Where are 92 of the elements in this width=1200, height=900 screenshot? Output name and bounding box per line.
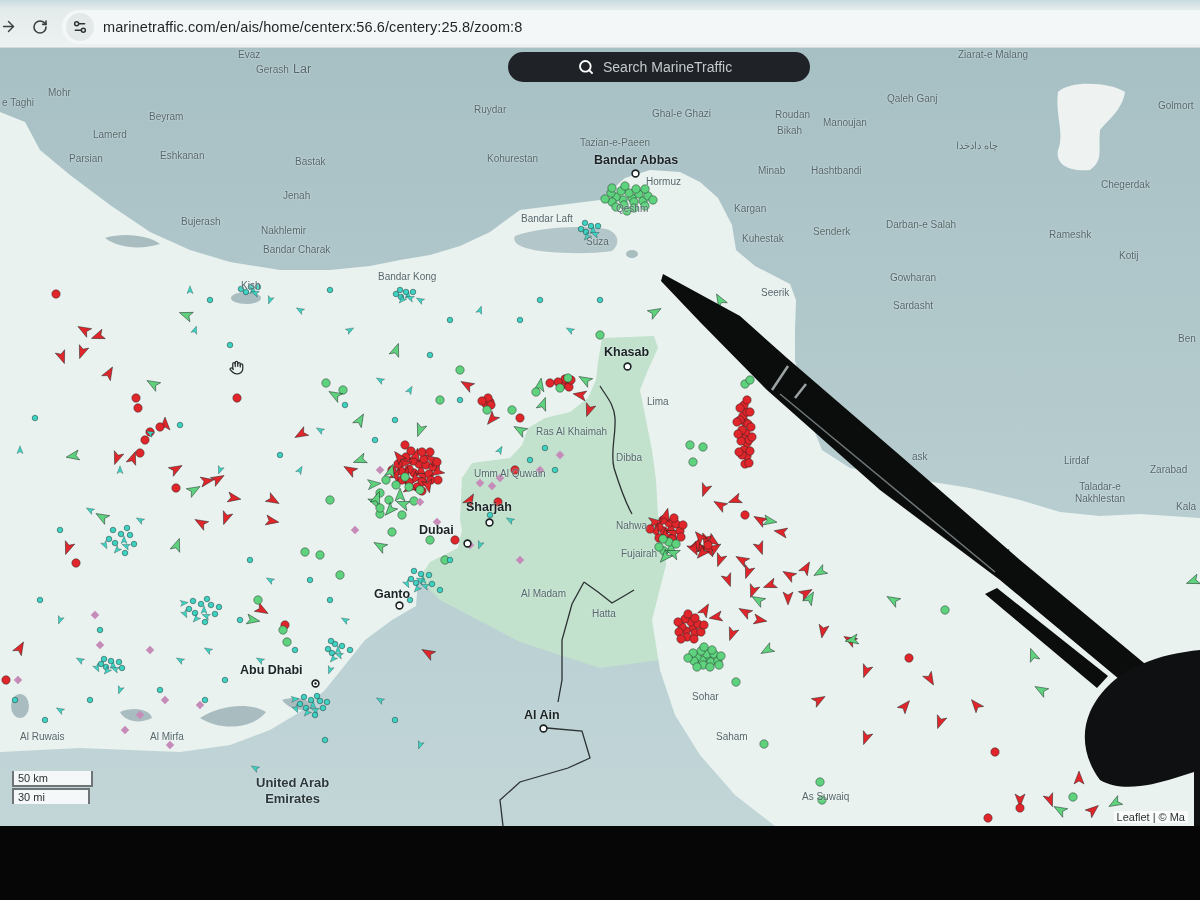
- place-label: Taladar-e Nakhlestan: [1075, 481, 1126, 505]
- arrow-right-icon: [0, 18, 17, 35]
- city-dot-icon: [622, 361, 632, 371]
- place-label: Zarabad: [1150, 464, 1188, 476]
- place-label: Al Ain: [524, 708, 560, 723]
- place-label: Al Ruwais: [20, 731, 65, 743]
- place-label: Bandar Laft: [521, 213, 573, 225]
- place-label: Kargan: [734, 203, 767, 215]
- place-label: Seerik: [761, 287, 790, 299]
- forward-button[interactable]: [0, 18, 17, 35]
- place-label: Hormuz: [646, 176, 681, 188]
- place-label: چاه دادخدا: [956, 140, 998, 152]
- city-dot-icon: [484, 517, 494, 527]
- place-label: Abu Dhabi: [240, 663, 303, 678]
- city-dot-icon: [538, 723, 548, 733]
- place-label: Dibba: [616, 452, 643, 464]
- place-label: Ben: [1178, 333, 1196, 345]
- place-label: Bandar Charak: [263, 244, 331, 256]
- place-label: Bujerash: [181, 216, 221, 228]
- place-label: Evaz: [238, 49, 261, 61]
- place-label: Mohr: [48, 87, 71, 99]
- place-label: Ziarat-e Malang: [958, 49, 1029, 61]
- place-label: Kotij: [1119, 250, 1139, 262]
- island: [105, 235, 160, 248]
- place-label: Ganto: [374, 587, 411, 602]
- hand-cursor-icon: [229, 360, 244, 375]
- attribution-text: Leaflet | © Ma: [1113, 811, 1188, 823]
- address-bar[interactable]: marinetraffic.com/en/ais/home/centerx:56.6/centery:25.8/zoom:8: [62, 9, 1200, 44]
- city-dot-icon: [394, 600, 404, 610]
- place-label: United Arab Emirates: [256, 775, 330, 807]
- search-icon: [578, 59, 594, 75]
- place-label: Golmort: [1158, 100, 1194, 112]
- place-label: Parsian: [69, 153, 103, 165]
- place-label: Bastak: [295, 156, 326, 168]
- site-info-button[interactable]: [66, 12, 94, 41]
- place-label: Lirdaf: [1064, 455, 1089, 467]
- place-label: Al Mirfa: [150, 731, 184, 743]
- place-label: Dubai: [419, 523, 454, 538]
- place-label: Bandar Abbas: [594, 153, 679, 168]
- city-dot-icon: [630, 168, 640, 178]
- place-label: Umm Al Quwain: [474, 468, 546, 480]
- place-label: Kuhestak: [742, 233, 784, 245]
- reload-icon: [31, 18, 48, 35]
- city-dot-icon: [310, 678, 320, 688]
- place-label: Nakhlemir: [261, 225, 306, 237]
- place-label: Kala: [1176, 501, 1196, 513]
- place-label: Kohurestan: [487, 153, 539, 165]
- place-label: Ruydar: [474, 104, 507, 116]
- place-label: Ghal-e Ghazi: [652, 108, 711, 120]
- island: [200, 706, 266, 727]
- place-label: Gerash: [256, 64, 289, 76]
- place-label: Tazian-e-Paeen: [580, 137, 651, 149]
- url-text: marinetraffic.com/en/ais/home/centerx:56.6/centery:25.8/zoom:8: [103, 18, 523, 35]
- place-label: Fujairah: [621, 548, 658, 560]
- place-label: Khasab: [604, 345, 650, 360]
- place-label: Sohar: [692, 691, 719, 703]
- place-label: Saham: [716, 731, 748, 743]
- place-label: Ras Al Khaimah: [536, 426, 608, 438]
- scale-bar: 50 km: [12, 771, 93, 787]
- place-label: ask: [912, 451, 928, 463]
- place-label: Suza: [586, 236, 609, 248]
- place-label: Darban-e Salah: [886, 219, 957, 231]
- place-label: Senderk: [813, 226, 851, 238]
- place-label: Minab: [758, 165, 786, 177]
- place-label: Hashtbandi: [811, 165, 862, 177]
- place-label: Eshkanan: [160, 150, 205, 162]
- place-label: Lamerd: [93, 129, 127, 141]
- search-field[interactable]: Search MarineTraffic: [508, 52, 810, 82]
- place-label: Beyram: [149, 111, 184, 123]
- place-label: Bikah: [777, 125, 802, 137]
- place-label: e Taghi: [2, 97, 35, 109]
- island: [626, 250, 638, 258]
- place-label: Al Madam: [521, 588, 566, 600]
- place-label: Sardasht: [893, 300, 934, 312]
- place-label: Jenah: [283, 190, 311, 202]
- place-label: Nahwa: [616, 520, 648, 532]
- scale-bar: 30 mi: [12, 788, 90, 804]
- place-label: Qaleh Ganj: [887, 93, 938, 105]
- place-label: Roudan: [775, 109, 811, 121]
- place-label: Rameshk: [1049, 229, 1092, 241]
- place-label: Kish: [241, 280, 261, 292]
- place-label: Manoujan: [823, 117, 867, 129]
- place-label: Sharjah: [466, 500, 512, 515]
- place-label: Lar: [293, 62, 312, 77]
- place-label: Lima: [647, 396, 669, 408]
- place-label: As Suwaiq: [802, 791, 850, 803]
- place-label: Chegerdak: [1101, 179, 1150, 191]
- reload-button[interactable]: [31, 18, 48, 35]
- sliders-icon: [72, 18, 88, 35]
- place-label: Hatta: [592, 608, 616, 620]
- place-label: Gowharan: [890, 272, 937, 284]
- place-label: Bandar Kong: [378, 271, 437, 283]
